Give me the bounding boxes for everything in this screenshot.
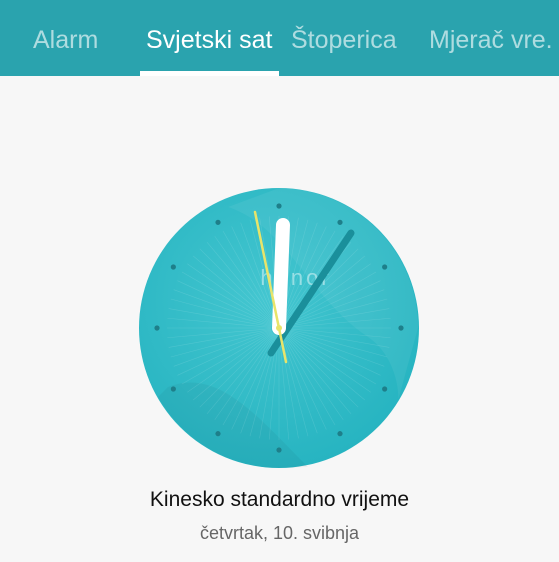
hour-marker xyxy=(215,219,221,225)
tab-stopwatch[interactable]: Štoperica xyxy=(291,0,397,76)
hour-marker xyxy=(154,325,160,331)
hour-hand xyxy=(272,218,290,335)
clock-center-pin xyxy=(276,325,282,331)
hour-marker xyxy=(215,431,221,437)
tab-timer[interactable]: Mjerač vre. xyxy=(429,0,553,76)
time-zone-date: četvrtak, 10. svibnja xyxy=(199,523,360,543)
tab-world-clock[interactable]: Svjetski sat xyxy=(146,0,272,76)
hour-marker xyxy=(276,447,282,453)
hour-marker xyxy=(337,219,343,225)
analog-clock[interactable]: honor xyxy=(138,187,420,469)
clock-face-icon: honor xyxy=(139,188,419,468)
time-zone-name: Kinesko standardno vrijeme xyxy=(149,488,410,511)
hour-marker xyxy=(276,203,282,209)
hour-marker xyxy=(382,386,388,392)
hour-marker xyxy=(170,264,176,270)
tab-alarm[interactable]: Alarm xyxy=(33,0,98,76)
hour-marker xyxy=(398,325,404,331)
hour-marker xyxy=(382,264,388,270)
hour-marker xyxy=(337,431,343,437)
active-tab-indicator xyxy=(140,71,279,76)
hour-marker xyxy=(170,386,176,392)
tab-bar: Alarm Svjetski sat Štoperica Mjerač vre. xyxy=(0,0,559,76)
